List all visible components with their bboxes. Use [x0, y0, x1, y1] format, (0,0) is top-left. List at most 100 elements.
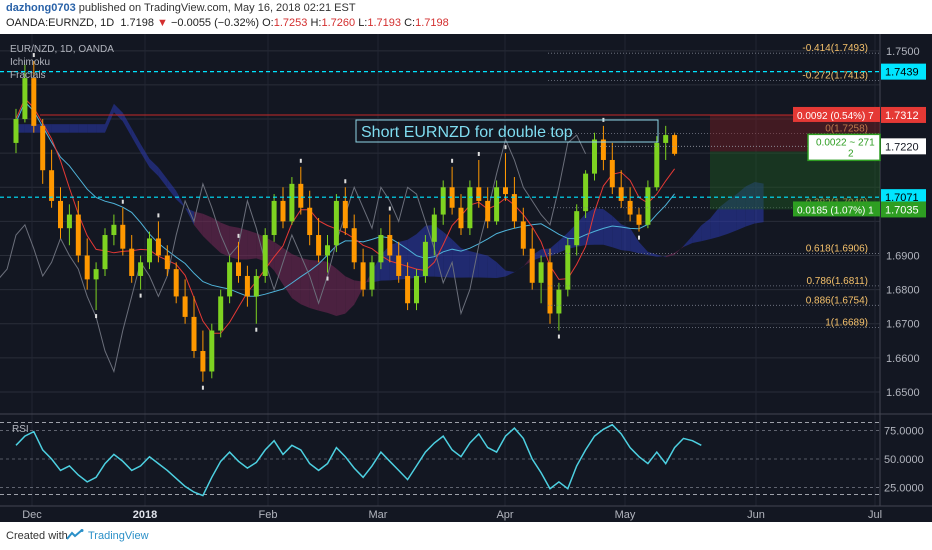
tradingview-brand[interactable]: TradingView [88, 530, 149, 542]
candle-body [120, 224, 126, 249]
fractal-up [121, 199, 124, 204]
fib-level-label: 0.886(1.6754) [806, 295, 868, 306]
candle-body [31, 78, 37, 126]
legend-ichimoku[interactable]: Ichimoku [10, 57, 50, 68]
candle-body [440, 187, 446, 215]
candle-body [458, 207, 464, 229]
time-tick-label: May [615, 509, 636, 521]
stop-label: 0.0092 (0.54%) 7 [797, 111, 874, 122]
candle-body [209, 330, 215, 372]
candle-body [271, 200, 277, 236]
time-tick-label: Jun [747, 509, 765, 521]
change-value: −0.0055 (−0.32%) [170, 17, 260, 29]
cloud-segment [96, 124, 105, 133]
time-tick-label: Mar [369, 509, 388, 521]
cloud-segment [336, 268, 346, 316]
cloud-segment [478, 253, 488, 278]
cloud-segment [407, 234, 417, 279]
price-tick-label: 1.6800 [886, 285, 920, 297]
price-tick-label: 1.6600 [886, 353, 920, 365]
price-label: 1.7439 [885, 67, 919, 79]
candle-body [102, 235, 108, 270]
candle-body [316, 235, 322, 256]
time-tick-label: Feb [259, 509, 278, 521]
price-label: 1.7220 [885, 141, 919, 153]
price-tick-label: 1.6500 [886, 387, 920, 399]
candle-body [672, 135, 678, 154]
publisher-name[interactable]: dazhong0703 [6, 2, 76, 14]
candle-body [342, 200, 348, 229]
candle-body [511, 194, 517, 222]
symbol-header: OANDA:EURNZD, 1D 1.7198 ▼ −0.0055 (−0.32… [6, 17, 449, 29]
candle-body [289, 183, 295, 222]
candle-body [147, 238, 152, 263]
candle-body [618, 187, 624, 201]
rsi-legend[interactable]: RSI [12, 424, 29, 435]
fractal-down [201, 385, 204, 390]
candle-body [111, 224, 117, 236]
cloud-segment [51, 124, 61, 133]
candle-body [262, 235, 268, 276]
candle-body [431, 214, 437, 242]
fractal-down [326, 276, 329, 281]
fib-level-label: 0.618(1.6906) [806, 243, 868, 254]
symbol-label: OANDA:EURNZD, 1D [6, 17, 115, 29]
legend-fractals[interactable]: Fractals [10, 70, 46, 81]
candle-body [22, 78, 28, 120]
open-label: O: [262, 17, 274, 29]
price-label: 1.7312 [885, 110, 919, 122]
cloud-segment [461, 248, 470, 278]
time-tick-label: Apr [496, 509, 513, 521]
candle-body [40, 125, 46, 171]
annotation-text[interactable]: Short EURNZD for double top [361, 124, 573, 141]
candle-body [494, 187, 500, 222]
low-label: L: [358, 17, 368, 29]
candle-body [422, 241, 428, 276]
fractal-up [451, 158, 454, 163]
cloud-segment [87, 124, 97, 133]
last-price: 1.7198 [120, 17, 154, 29]
rsi-tick-label: 25.0000 [884, 483, 924, 495]
candle-body [84, 255, 90, 280]
close-value: 1.7198 [415, 17, 449, 29]
fractal-up [477, 151, 480, 156]
candle-body [155, 238, 161, 256]
candle-body [378, 235, 384, 263]
candle-body [333, 200, 339, 246]
candle-body [325, 245, 330, 256]
candle-body [627, 200, 633, 215]
candle-body [583, 173, 589, 212]
fractal-up [504, 145, 507, 150]
candle-body [565, 245, 571, 290]
candle-body [503, 187, 508, 195]
fib-level-label: 1(1.6689) [825, 317, 868, 328]
candle-body [396, 255, 402, 276]
cloud-segment [291, 253, 301, 305]
high-label: H: [310, 17, 322, 29]
candle-body [66, 214, 72, 229]
candle-body [253, 275, 259, 297]
fractal-down [557, 334, 560, 339]
fractal-down [139, 293, 142, 298]
cloud-segment [247, 230, 257, 260]
candle-body [369, 262, 375, 290]
candle-body [13, 119, 19, 143]
candle-body [405, 275, 411, 304]
low-value: 1.7193 [367, 17, 402, 29]
cloud-segment [318, 260, 328, 313]
high-value: 1.7260 [321, 17, 356, 29]
time-tick-label: Jul [868, 509, 882, 521]
ratio-line-2: 2 [848, 148, 854, 159]
rsi-tick-label: 50.0000 [884, 454, 924, 466]
candle-body [645, 187, 651, 225]
candle-body [476, 187, 482, 201]
candle-body [663, 135, 669, 143]
publish-header: dazhong0703 published on TradingView.com… [6, 2, 356, 14]
fractal-down [255, 327, 258, 332]
close-label: C: [404, 17, 416, 29]
open-value: 1.7253 [273, 17, 308, 29]
fractal-up [388, 206, 391, 211]
footer: Created with TradingView [0, 522, 932, 550]
time-tick-label: 2018 [133, 509, 157, 521]
chart-area[interactable]: -0.414(1.7493)-0.272(1.7413)0(1.7258)0.3… [0, 34, 932, 522]
